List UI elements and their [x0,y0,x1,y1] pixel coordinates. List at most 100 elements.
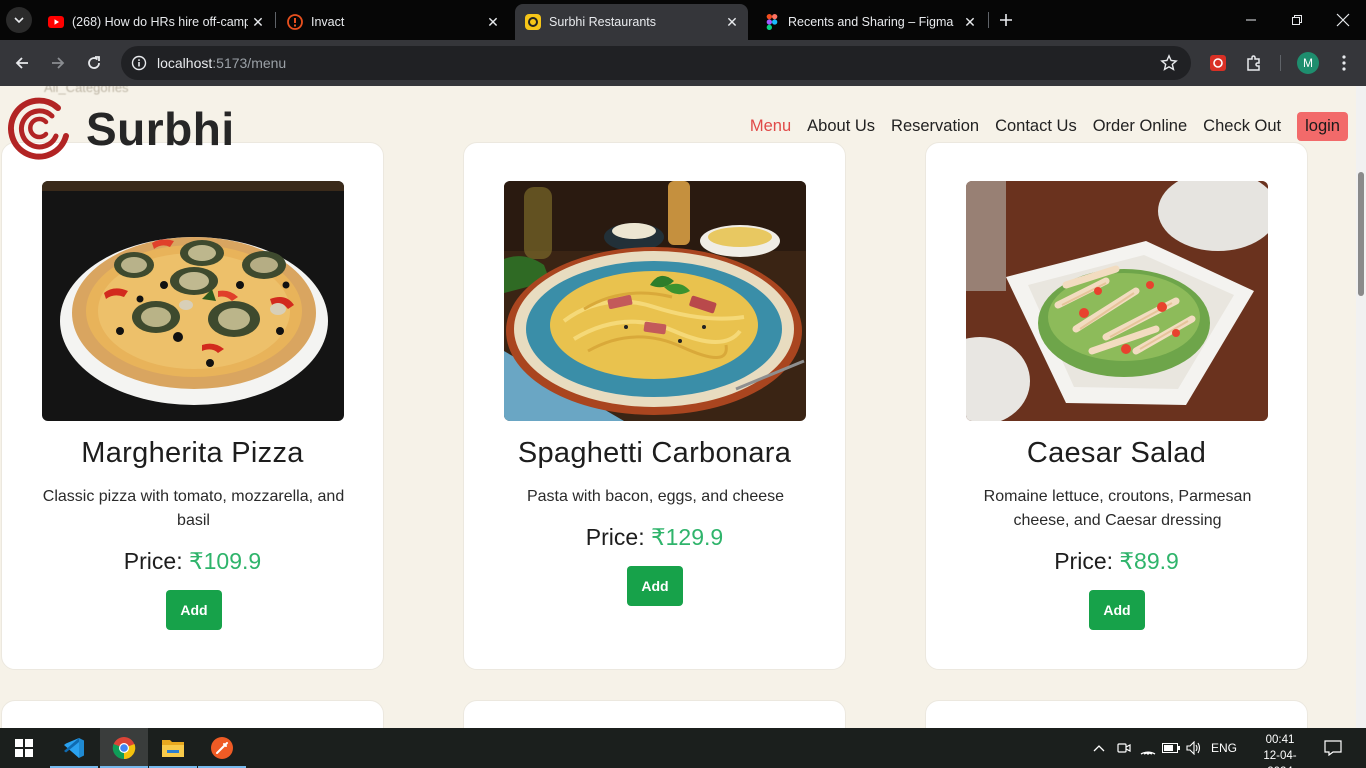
taskbar-postman[interactable] [198,728,246,768]
nav-order-online[interactable]: Order Online [1093,117,1187,136]
browser-tab-strip: (268) How do HRs hire off-camp ✕ Invact … [0,0,1366,40]
reload-button[interactable] [80,49,108,77]
tab-separator [275,12,276,28]
pizza-photo [42,181,344,421]
meet-now-icon[interactable] [1113,728,1135,768]
menu-card: Caesar Salad Romaine lettuce, croutons, … [925,142,1308,670]
nav-reservation[interactable]: Reservation [891,117,979,136]
vscode-icon [64,738,84,758]
surbhi-logo-icon[interactable] [8,96,72,160]
menu-card-partial [925,700,1308,728]
minimize-button[interactable] [1228,0,1274,40]
notifications-icon[interactable] [1320,728,1346,768]
profile-avatar[interactable]: M [1297,52,1319,74]
menu-item-name: Caesar Salad [1026,437,1207,469]
back-button[interactable] [8,49,36,77]
tab-figma[interactable]: Recents and Sharing – Figma ✕ [754,4,986,40]
url-path: :5173/menu [212,55,287,71]
postman-icon [211,737,233,759]
nav-menu[interactable]: Menu [750,117,791,136]
tab-invact[interactable]: Invact ✕ [277,4,509,40]
clock-date: 12-04-2024 [1263,750,1297,768]
nav-check-out[interactable]: Check Out [1203,117,1281,136]
restore-icon [1292,15,1302,25]
price-amount: ₹129.9 [650,524,724,550]
price-label: Price: [1054,548,1113,574]
login-button[interactable]: login [1297,112,1348,141]
youtube-icon [48,14,64,30]
scrollbar-thumb[interactable] [1358,172,1364,296]
clock-time: 00:41 [1265,734,1295,746]
tab-surbhi-restaurants[interactable]: Surbhi Restaurants ✕ [515,4,748,40]
browser-menu-icon[interactable] [1336,51,1352,75]
price-label: Price: [123,548,183,574]
input-language[interactable]: ENG [1206,728,1242,768]
bookmark-star-icon[interactable] [1159,53,1179,73]
taskbar-vscode[interactable] [50,728,98,768]
address-bar[interactable]: localhost:5173/menu [121,46,1191,80]
extension-red-icon[interactable] [1206,51,1230,75]
windows-taskbar: ENG 00:41 12-04-2024 [0,728,1366,768]
taskbar-chrome[interactable] [100,728,148,768]
close-window-button[interactable] [1320,0,1366,40]
browser-toolbar: localhost:5173/menu M [0,40,1366,86]
tab-separator [988,12,989,28]
figma-icon [764,14,780,30]
tab-title: Surbhi Restaurants [549,15,657,29]
file-explorer-icon [162,740,184,757]
price-label: Price: [585,524,645,550]
page-viewport: All_Categories Margherita Pizza Classic … [0,86,1366,728]
taskbar-file-explorer[interactable] [149,728,197,768]
arrow-left-icon [15,57,28,69]
tab-close-icon[interactable]: ✕ [960,12,980,32]
menu-item-description: Romaine lettuce, croutons, Parmesan chee… [983,488,1252,529]
minimize-icon [1246,19,1256,21]
menu-item-price: Price: ₹89.9 [926,548,1307,575]
menu-item-name: Margherita Pizza [81,437,304,469]
surbhi-favicon [525,14,541,30]
menu-item-price: Price: ₹129.9 [464,524,845,551]
tab-close-icon[interactable]: ✕ [722,12,742,32]
url-host: localhost [157,55,213,71]
extensions-puzzle-icon[interactable] [1242,51,1266,75]
windows-start-icon [15,739,33,757]
battery-icon[interactable] [1160,728,1182,768]
menu-card-partial [1,700,384,728]
spaghetti-photo [504,181,806,421]
chevron-down-icon [14,17,24,24]
site-brand-name[interactable]: Surbhi [86,102,235,156]
menu-item-description: Pasta with bacon, eggs, and cheese [526,488,785,505]
site-header: Surbhi Menu About Us Reservation Contact… [0,86,1356,166]
windows-start-button[interactable] [0,728,48,768]
tab-title: Invact [311,15,345,29]
taskbar-clock[interactable]: 00:41 12-04-2024 [1252,732,1308,768]
toolbar-separator [1280,55,1281,71]
tab-close-icon[interactable]: ✕ [483,12,503,32]
caesar-salad-photo [966,181,1268,421]
nav-about-us[interactable]: About Us [807,117,875,136]
reload-icon [88,56,100,69]
price-amount: ₹109.9 [188,548,262,574]
restore-button[interactable] [1274,0,1320,40]
site-info-icon[interactable] [129,53,149,73]
add-to-cart-button[interactable]: Add [627,566,683,606]
tray-overflow-icon[interactable] [1088,728,1110,768]
tab-title: (268) How do HRs hire off-camp [72,15,248,29]
tab-youtube[interactable]: (268) How do HRs hire off-camp ✕ [38,4,274,40]
wifi-icon[interactable] [1137,728,1159,768]
forward-button[interactable] [44,49,72,77]
main-nav: Menu About Us Reservation Contact Us Ord… [734,112,1348,141]
tab-search-button[interactable] [6,7,32,33]
nav-contact-us[interactable]: Contact Us [995,117,1077,136]
add-to-cart-button[interactable]: Add [1089,590,1145,630]
close-icon [1336,13,1350,27]
page-scrollbar[interactable] [1356,86,1366,728]
volume-icon[interactable] [1183,728,1205,768]
add-to-cart-button[interactable]: Add [166,590,222,630]
new-tab-button[interactable] [994,8,1018,32]
tab-close-icon[interactable]: ✕ [248,12,268,32]
menu-item-price: Price: ₹109.9 [2,548,383,575]
price-amount: ₹89.9 [1119,548,1179,574]
menu-item-name: Spaghetti Carbonara [517,437,792,469]
address-url[interactable]: localhost:5173/menu [157,55,286,71]
